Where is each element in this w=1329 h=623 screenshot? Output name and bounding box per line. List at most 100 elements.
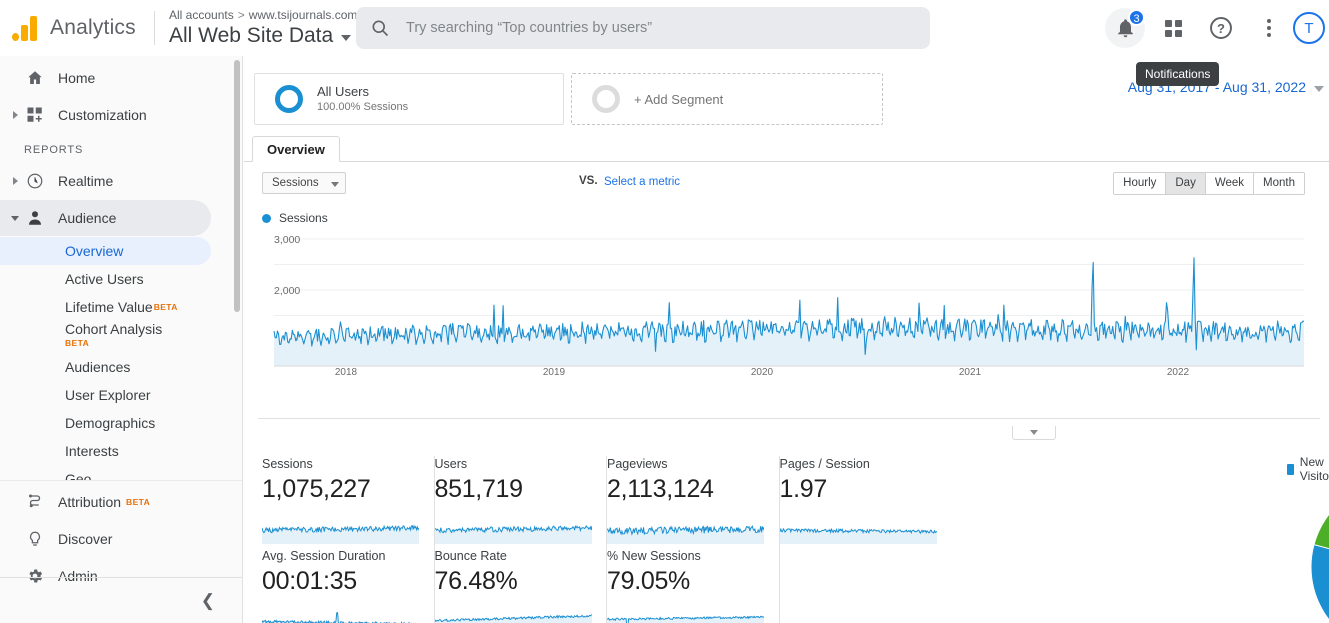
metric-value: 1.97 [779, 475, 828, 503]
chevron-left-icon[interactable]: ❮ [201, 592, 215, 609]
legend-swatch-sessions [262, 213, 271, 223]
y-tick-2000: 2,000 [274, 285, 300, 297]
brand-block[interactable]: Analytics [0, 15, 150, 41]
chart-svg: 3,000 2,000 1,000 2018 2019 2020 2021 20… [273, 234, 1305, 376]
sparkline-bounce-rate [434, 614, 592, 623]
sidebar-item-label: Customization [58, 107, 147, 123]
attribution-icon [22, 493, 48, 511]
sidebar-item-label: Audience [58, 210, 117, 226]
x-tick-2020: 2020 [751, 367, 774, 376]
sidebar-subitem-label: Interests [65, 443, 119, 459]
notifications-badge: 3 [1128, 9, 1145, 26]
sidebar-subitem-label: User Explorer [65, 387, 151, 403]
legend-swatch-new-visitor [1287, 463, 1294, 475]
granularity-hourly[interactable]: Hourly [1114, 173, 1167, 194]
granularity-day[interactable]: Day [1166, 173, 1206, 194]
metric-value: 1,075,227 [262, 475, 371, 503]
search-icon [372, 20, 389, 37]
metric-card-row-2: Avg. Session Duration 00:01:35 Bounce Ra… [262, 548, 952, 623]
sidebar-subitem-geo[interactable]: Geo [0, 465, 242, 480]
sidebar-item-home[interactable]: Home [0, 60, 242, 96]
help-button[interactable]: ? [1201, 8, 1241, 48]
sidebar-subitem-audiences[interactable]: Audiences [0, 353, 242, 381]
legend-label-sessions: Sessions [279, 211, 328, 225]
sidebar-subitem-label: Overview [65, 243, 124, 259]
collapse-arrow-icon[interactable] [8, 215, 22, 221]
sidebar-item-realtime[interactable]: Realtime [0, 163, 242, 199]
apps-button[interactable] [1153, 8, 1193, 48]
metric-label: Pageviews [607, 457, 668, 471]
sessions-series [273, 257, 1305, 366]
search-input[interactable] [404, 19, 904, 37]
sidebar-subitem-interests[interactable]: Interests [0, 437, 242, 465]
chart-expand-handle[interactable] [1012, 426, 1056, 440]
segment-name: All Users [317, 84, 370, 99]
granularity-month[interactable]: Month [1254, 173, 1304, 194]
metric-card-bounce-rate[interactable]: Bounce Rate 76.48% [434, 548, 607, 623]
expand-arrow-icon[interactable] [8, 177, 22, 185]
segment-donut-icon [275, 85, 303, 113]
sessions-timeseries-chart[interactable]: 3,000 2,000 1,000 2018 2019 2020 2021 20… [258, 231, 1320, 376]
tab-overview[interactable]: Overview [252, 136, 340, 162]
sparkline-pages-per-session [779, 527, 937, 544]
new-vs-returning-pie-chart[interactable]: 79.2% 20.8% [1309, 479, 1329, 623]
beta-badge: BETA [126, 497, 151, 507]
x-tick-2019: 2019 [543, 367, 566, 376]
metric-value: 76.48% [434, 567, 518, 595]
select-a-metric-link[interactable]: Select a metric [604, 176, 680, 188]
sparkline-sessions [262, 524, 419, 544]
help-circle-icon: ? [1210, 17, 1232, 39]
sidebar-item-customization[interactable]: Customization [0, 97, 242, 133]
breadcrumb-property[interactable]: www.tsijournals.com [249, 8, 358, 22]
person-icon [22, 209, 48, 227]
metric-card-avg-session-duration[interactable]: Avg. Session Duration 00:01:35 [262, 548, 435, 623]
sidebar-footer: ❮ [0, 577, 242, 623]
metric-value: 2,113,124 [607, 475, 714, 503]
sidebar-subitem-user-explorer[interactable]: User Explorer [0, 381, 242, 409]
sidebar-subitem-lifetime-value[interactable]: Lifetime Value BETA [0, 293, 242, 321]
metric-card-sessions[interactable]: Sessions 1,075,227 [262, 456, 435, 548]
breadcrumb-account[interactable]: All accounts [169, 8, 234, 22]
sidebar-section-reports: REPORTS [24, 144, 84, 156]
sidebar-item-label: Attribution [58, 494, 122, 510]
more-vertical-icon [1267, 16, 1271, 40]
avatar[interactable]: T [1293, 12, 1325, 44]
chevron-down-icon [330, 181, 339, 187]
segment-all-users[interactable]: All Users 100.00% Sessions [254, 73, 564, 125]
segment-subtitle: 100.00% Sessions [317, 101, 409, 113]
chevron-down-icon [1314, 85, 1324, 92]
metric-value: 851,719 [434, 475, 524, 503]
granularity-week[interactable]: Week [1205, 173, 1255, 194]
more-options-button[interactable] [1249, 8, 1289, 48]
main-content: All Users 100.00% Sessions + Add Segment… [244, 56, 1329, 623]
metric-card-new-sessions[interactable]: % New Sessions 79.05% [607, 548, 780, 623]
sidebar-item-attribution[interactable]: Attribution BETA [0, 484, 242, 520]
beta-badge: BETA [65, 338, 90, 348]
expand-arrow-icon[interactable] [8, 111, 22, 119]
sidebar-subitem-demographics[interactable]: Demographics [0, 409, 242, 437]
view-selector[interactable]: All Web Site Data [169, 23, 357, 49]
search-box[interactable] [356, 7, 930, 49]
metric-card-pageviews[interactable]: Pageviews 2,113,124 [607, 456, 780, 548]
sidebar-scrollbar-thumb[interactable] [234, 60, 240, 312]
sidebar-subitem-active-users[interactable]: Active Users [0, 265, 242, 293]
sidebar-item-discover[interactable]: Discover [0, 521, 242, 557]
sidebar-subitem-overview[interactable]: Overview [0, 237, 211, 265]
svg-text:?: ? [1217, 21, 1225, 36]
notifications-button[interactable]: 3 [1105, 8, 1145, 48]
x-tick-2018: 2018 [335, 367, 358, 376]
vs-label: VS. [579, 175, 598, 187]
account-selector[interactable]: All accounts > www.tsijournals.com All Web… [169, 8, 357, 49]
x-tick-2021: 2021 [959, 367, 982, 376]
sidebar-subitem-cohort-analysis[interactable]: Cohort Analysis BETA [0, 321, 242, 353]
home-icon [22, 69, 48, 87]
metric-select[interactable]: Sessions [262, 172, 346, 194]
metric-card-users[interactable]: Users 851,719 [434, 456, 607, 548]
metric-value: 79.05% [607, 567, 690, 595]
metric-select-value: Sessions [272, 177, 319, 189]
metric-card-pages-per-session[interactable]: Pages / Session 1.97 [779, 456, 953, 548]
view-name: All Web Site Data [169, 23, 334, 47]
sidebar-item-audience[interactable]: Audience [0, 200, 211, 236]
chevron-down-icon [1030, 430, 1038, 435]
add-segment-button[interactable]: + Add Segment [571, 73, 883, 125]
